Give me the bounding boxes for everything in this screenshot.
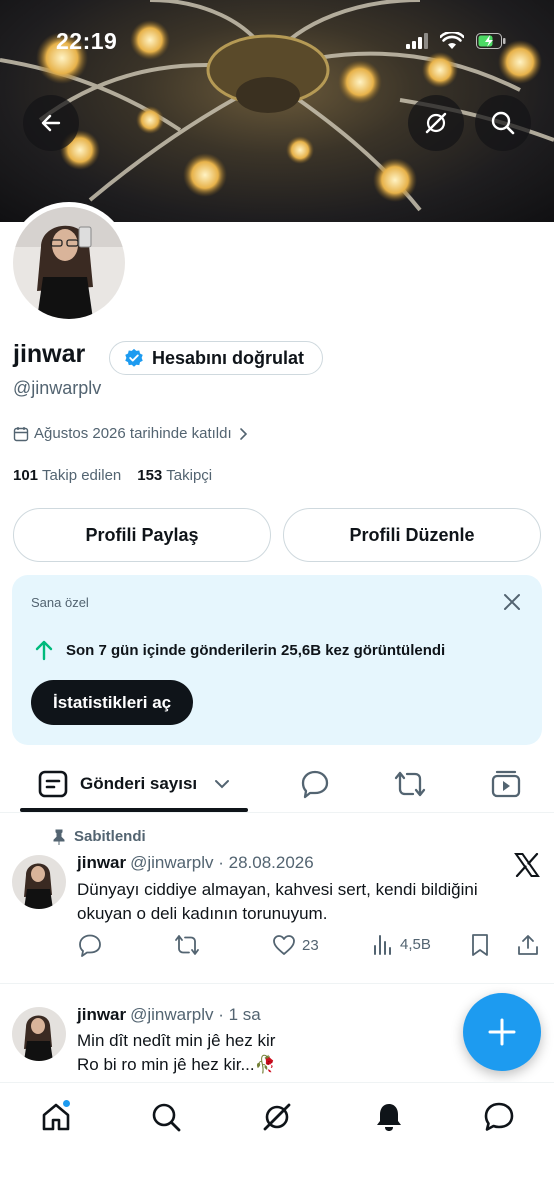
video-icon (491, 770, 521, 798)
grok-icon (425, 112, 447, 134)
post-avatar[interactable] (12, 855, 66, 909)
nav-home[interactable] (36, 1097, 76, 1137)
view-count: 4,5B (400, 935, 431, 953)
repost-button[interactable] (174, 933, 200, 957)
posts-icon (38, 770, 68, 798)
edit-profile-button[interactable]: Profili Düzenle (283, 508, 541, 562)
post-text-line-1: Min dît nedît min jê hez kir (77, 1031, 276, 1050)
battery-icon (476, 33, 506, 49)
post-meta: @jinwarplv · 28.08.2026 (130, 853, 314, 872)
pin-icon (53, 829, 65, 845)
post-divider (0, 983, 554, 984)
post-actions: 23 4,5B (78, 933, 540, 959)
notification-dot (62, 1099, 71, 1108)
tabs-divider (0, 812, 554, 813)
nav-messages[interactable] (479, 1097, 519, 1137)
arrow-up-icon (35, 640, 53, 661)
search-icon (491, 111, 515, 135)
chevron-right-icon (239, 427, 247, 440)
insight-message: Son 7 gün içinde gönderilerin 25,6B kez … (34, 639, 445, 661)
post-header: jinwar @jinwarplv · 1 sa (77, 1005, 261, 1025)
like-count: 23 (302, 936, 319, 954)
signal-icon (406, 33, 428, 49)
chevron-down-icon (215, 780, 230, 789)
analytics-icon (374, 935, 391, 955)
followers-label: Takipçi (166, 467, 213, 484)
profile-name: jinwar (13, 340, 86, 368)
following-count: 101 (13, 467, 39, 484)
reply-icon (79, 934, 101, 957)
tab-reposts[interactable] (392, 766, 428, 802)
joined-label: Ağustos 2026 tarihinde katıldı (34, 425, 232, 442)
search-icon (152, 1103, 181, 1132)
profile-avatar[interactable] (8, 202, 130, 324)
following-link[interactable]: 101 Takip edilen (13, 467, 121, 484)
chat-bubble-icon (301, 770, 329, 799)
verify-account-label: Hesabını doğrulat (152, 347, 305, 368)
post-text: Dünyayı ciddiye almayan, kahvesi sert, k… (77, 880, 478, 923)
post-text-line-2: Ro bi ro min jê hez kir...🥀 (77, 1055, 276, 1074)
bottom-nav (0, 1082, 554, 1200)
grok-button[interactable] (408, 95, 464, 151)
reply-button[interactable] (78, 933, 102, 957)
avatar-photo (12, 1007, 66, 1061)
share-profile-button[interactable]: Profili Paylaş (13, 508, 271, 562)
verify-account-button[interactable]: Hesabını doğrulat (109, 341, 324, 375)
followers-link[interactable]: 153 Takipçi (137, 467, 212, 484)
tab-posts[interactable]: Gönderi sayısı (20, 756, 248, 812)
views-button[interactable]: 4,5B (372, 933, 431, 955)
profile-banner: 22:19 (0, 0, 554, 222)
compose-post-button[interactable] (463, 993, 541, 1071)
tab-replies[interactable] (297, 766, 333, 802)
like-button[interactable]: 23 (272, 933, 319, 957)
insight-tag: Sana özel (31, 595, 89, 610)
avatar-photo (12, 855, 66, 909)
heart-icon (273, 935, 295, 955)
pinned-indicator: Sabitlendi (52, 828, 146, 845)
x-logo-icon (514, 853, 540, 877)
bookmark-button[interactable] (470, 933, 490, 957)
tab-media[interactable] (488, 766, 524, 802)
close-card-button[interactable] (502, 592, 522, 617)
open-analytics-button[interactable]: İstatistikleri aç (31, 680, 194, 725)
arrow-left-icon (41, 114, 61, 132)
profile-handle: @jinwarplv (13, 378, 102, 398)
profile-tabs: Gönderi sayısı (0, 756, 554, 812)
post-avatar[interactable] (12, 1007, 66, 1061)
repost-icon (175, 935, 199, 955)
back-button[interactable] (23, 95, 79, 151)
post-meta: @jinwarplv · 1 sa (130, 1005, 261, 1024)
insight-card: Sana özel Son 7 gün içinde gönderilerin … (12, 575, 542, 745)
verified-badge-icon (125, 348, 143, 367)
plus-icon (488, 1018, 516, 1046)
post-author[interactable]: jinwar (77, 853, 126, 872)
nav-grok[interactable] (257, 1097, 297, 1137)
nav-search[interactable] (146, 1097, 186, 1137)
post-author[interactable]: jinwar (77, 1005, 126, 1024)
close-icon (504, 594, 520, 610)
share-icon (518, 935, 538, 955)
calendar-icon (13, 426, 29, 441)
bookmark-icon (472, 934, 488, 956)
bell-icon (377, 1104, 401, 1131)
avatar-photo (13, 207, 125, 319)
post-header: jinwar @jinwarplv · 28.08.2026 (77, 853, 314, 873)
nav-notifications[interactable] (369, 1097, 409, 1137)
joined-date[interactable]: Ağustos 2026 tarihinde katıldı (13, 425, 249, 442)
share-button[interactable] (516, 933, 540, 957)
pinned-label: Sabitlendi (74, 828, 146, 845)
following-label: Takip edilen (42, 467, 122, 484)
search-button[interactable] (475, 95, 531, 151)
wifi-icon (440, 32, 464, 49)
repost-icon (394, 771, 426, 797)
message-bubble-icon (484, 1102, 514, 1131)
status-time: 22:19 (56, 28, 118, 54)
tab-posts-label: Gönderi sayısı (80, 774, 198, 793)
grok-icon (263, 1103, 291, 1131)
follow-stats: 101 Takip edilen 153 Takipçi (13, 467, 212, 484)
status-icons (406, 32, 506, 50)
followers-count: 153 (137, 467, 163, 484)
insight-message-text: Son 7 gün içinde gönderilerin 25,6B kez … (66, 641, 446, 659)
